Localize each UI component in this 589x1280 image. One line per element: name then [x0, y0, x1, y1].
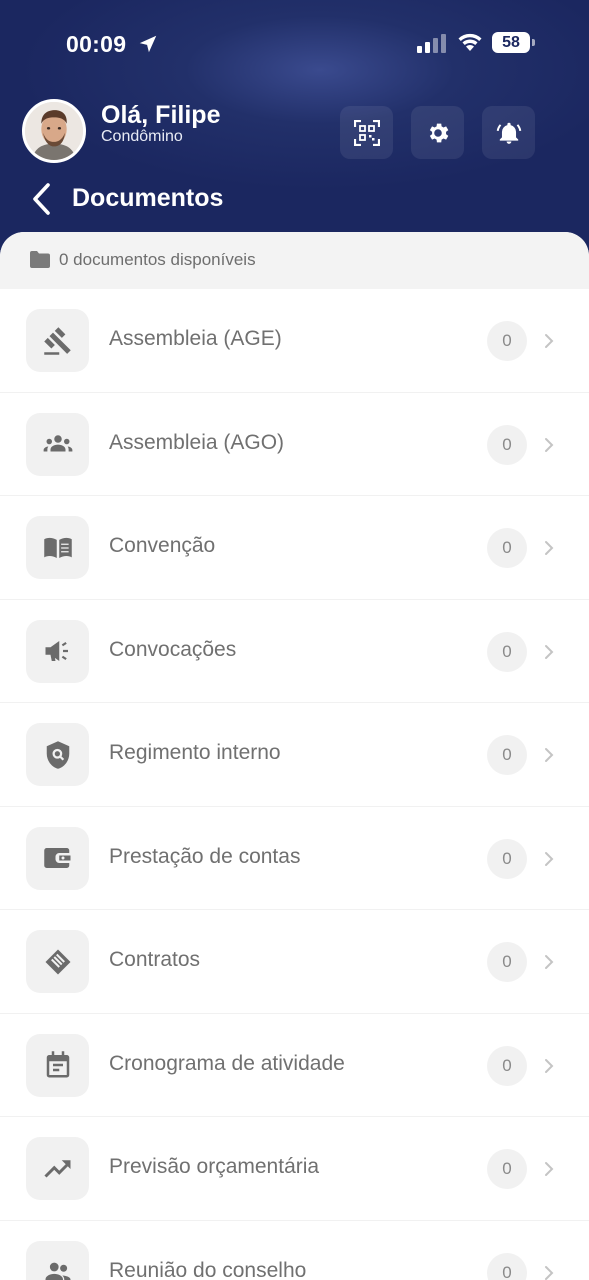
row-icon-box: [26, 723, 89, 786]
avatar-photo: [25, 102, 83, 160]
gear-icon: [429, 123, 448, 142]
chevron-right-icon: [545, 955, 554, 969]
list-item-reuniao-do-conselho[interactable]: Reunião do conselho 0: [0, 1221, 589, 1280]
row-label: Assembleia (AGE): [109, 327, 282, 350]
bell-ringing-icon: [496, 122, 521, 144]
count-badge: 0: [487, 838, 527, 879]
row-label: Regimento interno: [109, 741, 281, 764]
row-icon-box: [26, 412, 89, 476]
groups-icon: [43, 435, 72, 452]
list-item-regimento-interno[interactable]: Regimento interno 0: [0, 703, 589, 807]
back-chevron-icon[interactable]: [28, 182, 58, 216]
greeting-text: Olá, Filipe: [101, 101, 221, 129]
user-role: Condômino: [101, 128, 183, 145]
notifications-button[interactable]: [482, 106, 535, 159]
wifi-icon: [458, 33, 482, 51]
chevron-right-icon: [545, 1162, 554, 1176]
folder-icon: [30, 251, 50, 268]
list-item-convocacoes[interactable]: Convocações 0: [0, 600, 589, 703]
wallet-icon: [43, 848, 70, 868]
count-badge: 0: [487, 1045, 527, 1086]
row-icon-box: [26, 826, 89, 890]
status-bar: 00:09 58: [0, 0, 589, 90]
page-title: Documentos: [72, 184, 224, 212]
count-badge: 0: [487, 1252, 527, 1280]
documents-count-text: 0 documentos disponíveis: [59, 250, 256, 269]
count-badge: 0: [487, 528, 527, 568]
chevron-right-icon: [545, 851, 554, 866]
qr-scan-icon: [353, 119, 380, 146]
documents-list: Assembleia (AGE) 0 Assembleia (AGO) 0 Co…: [0, 289, 589, 1280]
chevron-right-icon: [545, 437, 554, 452]
documents-sheet: 0 documentos disponíveis Assembleia (AGE…: [0, 232, 589, 1280]
row-icon-box: [26, 516, 89, 579]
row-label: Contratos: [109, 948, 201, 971]
list-item-prestacao-de-contas[interactable]: Prestação de contas 0: [0, 807, 589, 910]
count-badge: 0: [487, 631, 527, 672]
chevron-right-icon: [545, 1058, 554, 1073]
chevron-right-icon: [545, 541, 554, 555]
battery-icon: 58: [492, 32, 535, 53]
book-icon: [43, 537, 72, 558]
people-icon: [45, 1262, 70, 1280]
row-icon-box: [26, 930, 89, 993]
avatar[interactable]: [22, 99, 86, 163]
gavel-icon: [43, 326, 71, 355]
count-badge: 0: [487, 735, 527, 775]
handshake-icon: [45, 949, 70, 974]
row-icon-box: [26, 1240, 89, 1280]
shield-search-icon: [46, 740, 69, 769]
row-icon-box: [26, 619, 89, 683]
list-item-assembleia-ago[interactable]: Assembleia (AGO) 0: [0, 393, 589, 496]
row-icon-box: [26, 1137, 89, 1200]
status-time: 00:09: [66, 31, 127, 57]
row-label: Assembleia (AGO): [109, 430, 285, 454]
row-icon-box: [26, 309, 89, 372]
location-arrow-icon: [139, 35, 157, 53]
chevron-right-icon: [545, 334, 554, 348]
row-icon-box: [26, 1033, 89, 1097]
list-item-cronograma-de-atividade[interactable]: Cronograma de atividade 0: [0, 1014, 589, 1117]
row-label: Cronograma de atividade: [109, 1051, 345, 1075]
documents-screen: 00:09 58 Olá, Filipe Condômino Documento…: [0, 0, 589, 1280]
count-badge: 0: [487, 321, 527, 361]
chevron-right-icon: [545, 748, 554, 762]
battery-level: 58: [502, 34, 520, 51]
chevron-right-icon: [545, 1265, 554, 1280]
row-label: Convenção: [109, 534, 216, 557]
row-label: Prestação de contas: [109, 844, 301, 868]
row-label: Convocações: [109, 637, 237, 661]
trending-up-icon: [43, 1159, 70, 1178]
app-header: 00:09 58 Olá, Filipe Condômino Documento…: [0, 0, 589, 262]
list-item-assembleia-age[interactable]: Assembleia (AGE) 0: [0, 289, 589, 393]
settings-button[interactable]: [411, 106, 464, 159]
calendar-icon: [46, 1051, 69, 1078]
chevron-right-icon: [545, 644, 554, 659]
count-badge: 0: [487, 424, 527, 465]
count-badge: 0: [487, 942, 527, 982]
list-item-contratos[interactable]: Contratos 0: [0, 910, 589, 1014]
cellular-signal-icon: [417, 34, 446, 53]
documents-summary: 0 documentos disponíveis: [0, 232, 589, 289]
row-label: Reunião do conselho: [109, 1258, 307, 1280]
qr-code-button[interactable]: [340, 106, 393, 159]
list-item-previsao-orcamentaria[interactable]: Previsão orçamentária 0: [0, 1117, 589, 1221]
list-item-convencao[interactable]: Convenção 0: [0, 496, 589, 600]
megaphone-icon: [45, 641, 68, 661]
count-badge: 0: [487, 1149, 527, 1189]
row-label: Previsão orçamentária: [109, 1155, 320, 1178]
